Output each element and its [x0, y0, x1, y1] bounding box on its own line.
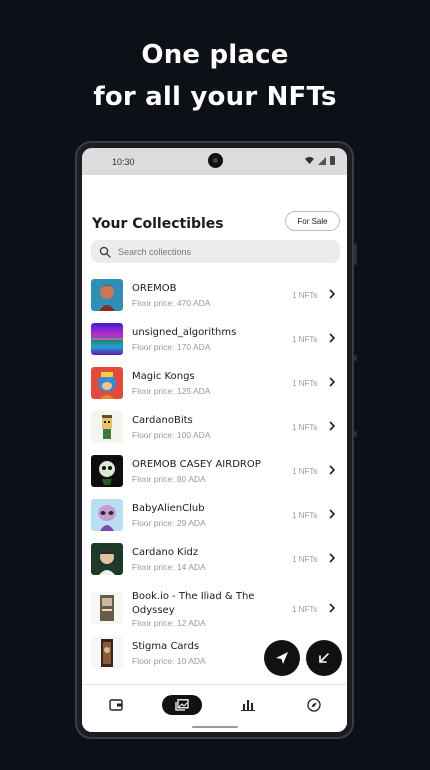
floor-price: Floor price: 80 ADA: [132, 474, 206, 484]
list-item[interactable]: BabyAlienClub Floor price: 29 ADA 1 NFTs: [82, 494, 347, 538]
status-bar: 10:30: [82, 148, 347, 175]
home-indicator[interactable]: [192, 726, 238, 728]
floor-price: Floor price: 125 ADA: [132, 386, 211, 396]
chevron-right-icon: [329, 289, 336, 299]
promo-line-2: for all your NFTs: [93, 82, 337, 112]
unsigned-algorithms-thumbnail: [91, 323, 123, 355]
side-button: [354, 431, 357, 437]
chevron-right-icon: [329, 603, 336, 613]
for-sale-button[interactable]: For Sale: [285, 211, 340, 231]
power-button: [354, 355, 357, 361]
floor-price: Floor price: 470 ADA: [132, 298, 211, 308]
send-icon: [276, 652, 288, 664]
nav-wallet[interactable]: [96, 695, 136, 715]
status-icons: [305, 156, 335, 165]
nft-count: 1 NFTs: [292, 379, 318, 388]
list-item[interactable]: Book.io - The Iliad & The Odyssey Floor …: [82, 582, 347, 632]
floor-price: Floor price: 170 ADA: [132, 342, 211, 352]
nav-stats[interactable]: [228, 695, 268, 715]
chevron-right-icon: [329, 553, 336, 563]
collections-list: OREMOB Floor price: 470 ADA 1 NFTs unsig…: [82, 274, 347, 676]
receive-icon: [319, 653, 329, 663]
collection-name: OREMOB: [132, 283, 177, 294]
collection-name: Stigma Cards: [132, 641, 200, 652]
list-item[interactable]: CardanoBits Floor price: 100 ADA 1 NFTs: [82, 406, 347, 450]
cardanobits-thumbnail: [91, 411, 123, 443]
search-icon: [99, 246, 111, 258]
cardano-kidz-thumbnail: [91, 543, 123, 575]
chart-icon: [241, 700, 255, 711]
collection-name: Book.io - The Iliad & The Odyssey: [132, 591, 255, 616]
oremob-thumbnail: [91, 279, 123, 311]
list-item[interactable]: Magic Kongs Floor price: 125 ADA 1 NFTs: [82, 362, 347, 406]
nft-count: 1 NFTs: [292, 291, 318, 300]
status-time: 10:30: [112, 156, 135, 167]
search-input[interactable]: [118, 246, 318, 257]
babyalienclub-thumbnail: [91, 499, 123, 531]
send-button[interactable]: [264, 640, 300, 676]
nft-count: 1 NFTs: [292, 511, 318, 520]
list-item[interactable]: OREMOB Floor price: 470 ADA 1 NFTs: [82, 274, 347, 318]
list-item[interactable]: Cardano Kidz Floor price: 14 ADA 1 NFTs: [82, 538, 347, 582]
promo-line-1: One place: [141, 40, 289, 70]
collection-name: Magic Kongs: [132, 371, 195, 382]
collectibles-icon: [175, 699, 189, 711]
floor-price: Floor price: 14 ADA: [132, 562, 206, 572]
floor-price: Floor price: 100 ADA: [132, 430, 211, 440]
collection-name: BabyAlienClub: [132, 503, 205, 514]
signal-icon: [318, 156, 326, 165]
floor-price: Floor price: 29 ADA: [132, 518, 206, 528]
magic-kongs-thumbnail: [91, 367, 123, 399]
wallet-icon: [109, 699, 123, 711]
app-screen: 10:30 Your Collectibles For Sale Search …: [82, 148, 347, 732]
chevron-right-icon: [329, 509, 336, 519]
bottom-nav: [82, 684, 347, 732]
nav-collectibles[interactable]: [162, 695, 202, 715]
book-io-thumbnail: [91, 592, 123, 624]
collection-name: OREMOB CASEY AIRDROP: [132, 459, 261, 470]
phone-frame: 10:30 Your Collectibles For Sale Search …: [75, 141, 357, 739]
compass-icon: [307, 698, 321, 712]
chevron-right-icon: [329, 333, 336, 343]
chevron-right-icon: [329, 465, 336, 475]
chevron-right-icon: [329, 421, 336, 431]
oremob-casey-thumbnail: [91, 455, 123, 487]
promo-headline: One place for all your NFTs: [0, 34, 430, 118]
wifi-icon: [305, 156, 314, 165]
nft-count: 1 NFTs: [292, 423, 318, 432]
receive-button[interactable]: [306, 640, 342, 676]
list-item[interactable]: unsigned_algorithms Floor price: 170 ADA…: [82, 318, 347, 362]
collection-name: CardanoBits: [132, 415, 193, 426]
search-bar[interactable]: [91, 240, 340, 263]
volume-up-button: [354, 243, 357, 265]
collection-name: Cardano Kidz: [132, 547, 199, 558]
nav-explore[interactable]: [294, 695, 334, 715]
battery-icon: [330, 156, 335, 165]
floor-price: Floor price: 12 ADA: [132, 618, 206, 628]
nft-count: 1 NFTs: [292, 555, 318, 564]
nft-count: 1 NFTs: [292, 335, 318, 344]
nft-count: 1 NFTs: [292, 605, 318, 614]
front-camera: [208, 153, 223, 168]
collection-name: unsigned_algorithms: [132, 327, 237, 338]
chevron-right-icon: [329, 377, 336, 387]
nft-count: 1 NFTs: [292, 467, 318, 476]
stigma-cards-thumbnail: [91, 637, 123, 669]
floor-price: Floor price: 10 ADA: [132, 656, 206, 666]
page-title: Your Collectibles: [92, 216, 224, 232]
list-item[interactable]: OREMOB CASEY AIRDROP Floor price: 80 ADA…: [82, 450, 347, 494]
